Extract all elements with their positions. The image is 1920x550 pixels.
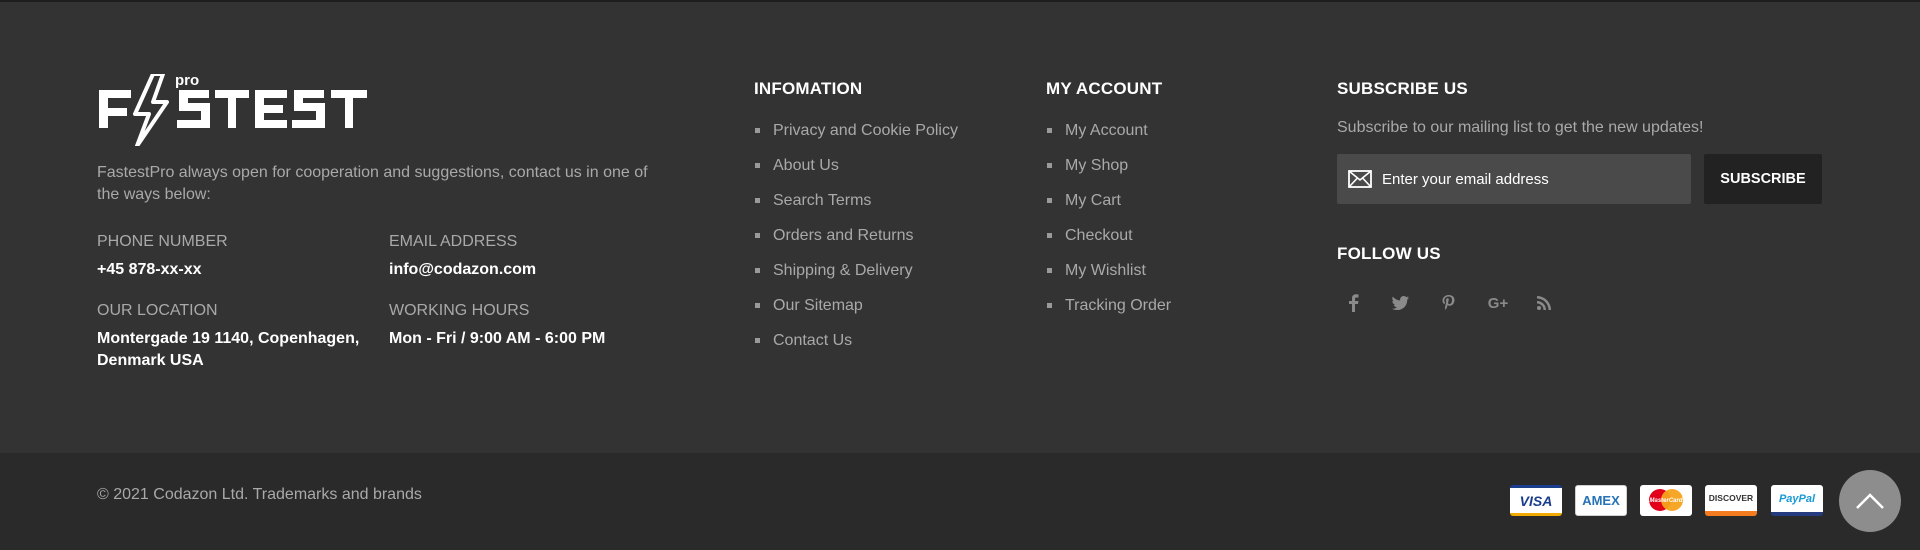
discover-icon: DISCOVER <box>1705 485 1757 516</box>
mastercard-icon: MasterCard <box>1640 485 1692 516</box>
information-heading: INFOMATION <box>754 79 863 98</box>
phone-label: PHONE NUMBER <box>97 233 228 250</box>
information-link-label[interactable]: Shipping & Delivery <box>773 262 913 280</box>
information-link[interactable]: Search Terms <box>755 183 958 218</box>
bullet-icon <box>755 198 760 203</box>
bullet-icon <box>1047 198 1052 203</box>
account-link-label[interactable]: My Wishlist <box>1065 262 1146 280</box>
follow-heading: FOLLOW US <box>1337 244 1441 263</box>
bullet-icon <box>1047 233 1052 238</box>
information-link[interactable]: Privacy and Cookie Policy <box>755 113 958 148</box>
facebook-icon[interactable] <box>1340 290 1366 316</box>
hours-label: WORKING HOURS <box>389 302 530 319</box>
account-link-label[interactable]: Checkout <box>1065 227 1133 245</box>
bullet-icon <box>755 338 760 343</box>
bullet-icon <box>1047 163 1052 168</box>
location-value: Montergade 19 1140, Copenhagen, Denmark … <box>97 330 360 369</box>
hours-value: Mon - Fri / 9:00 AM - 6:00 PM <box>389 330 606 347</box>
account-link-label[interactable]: My Cart <box>1065 192 1121 210</box>
account-link[interactable]: Tracking Order <box>1047 288 1171 323</box>
newsletter-email-box[interactable] <box>1337 154 1691 204</box>
google-plus-glyph: G+ <box>1487 294 1509 312</box>
information-link[interactable]: Contact Us <box>755 323 958 358</box>
bullet-icon <box>755 268 760 273</box>
account-link[interactable]: My Cart <box>1047 183 1171 218</box>
email-label: EMAIL ADDRESS <box>389 233 518 250</box>
subscribe-button[interactable]: SUBSCRIBE <box>1704 154 1822 204</box>
newsletter-email-input[interactable] <box>1382 170 1662 188</box>
bullet-icon <box>755 303 760 308</box>
rss-icon[interactable] <box>1531 290 1557 316</box>
visa-label: VISA <box>1519 492 1553 509</box>
bullet-icon <box>755 128 760 133</box>
footer-main <box>0 2 1920 453</box>
footer-about-text: FastestPro always open for cooperation a… <box>97 164 648 203</box>
location-label: OUR LOCATION <box>97 302 218 319</box>
my-account-heading: MY ACCOUNT <box>1046 79 1163 98</box>
bullet-icon <box>755 233 760 238</box>
information-link-label[interactable]: About Us <box>773 157 839 175</box>
subscribe-description: Subscribe to our mailing list to get the… <box>1337 119 1704 136</box>
amex-icon: AMEX <box>1575 485 1627 516</box>
logo-superscript: pro <box>175 72 200 89</box>
account-link[interactable]: My Account <box>1047 113 1171 148</box>
information-link[interactable]: Our Sitemap <box>755 288 958 323</box>
email-value[interactable]: info@codazon.com <box>389 259 536 281</box>
information-link[interactable]: About Us <box>755 148 958 183</box>
bullet-icon <box>1047 303 1052 308</box>
brand-logo[interactable]: pro <box>97 72 402 146</box>
amex-label: AMEX <box>1582 493 1620 508</box>
google-plus-icon[interactable]: G+ <box>1483 290 1513 316</box>
chevron-up-icon <box>1856 493 1884 509</box>
copyright-text: © 2021 Codazon Ltd. Trademarks and brand… <box>97 486 422 503</box>
information-link-label[interactable]: Our Sitemap <box>773 297 863 315</box>
account-link-label[interactable]: My Account <box>1065 122 1148 140</box>
account-link-label[interactable]: Tracking Order <box>1065 297 1171 315</box>
back-to-top-button[interactable] <box>1839 470 1901 532</box>
twitter-icon[interactable] <box>1387 290 1413 316</box>
account-link[interactable]: My Wishlist <box>1047 253 1171 288</box>
visa-icon: VISA <box>1510 485 1562 516</box>
information-link-label[interactable]: Search Terms <box>773 192 871 210</box>
information-links: Privacy and Cookie Policy About Us Searc… <box>755 113 958 358</box>
phone-value[interactable]: +45 878-xx-xx <box>97 259 202 281</box>
account-link-label[interactable]: My Shop <box>1065 157 1128 175</box>
bullet-icon <box>1047 128 1052 133</box>
account-link[interactable]: My Shop <box>1047 148 1171 183</box>
information-link[interactable]: Shipping & Delivery <box>755 253 958 288</box>
information-link-label[interactable]: Privacy and Cookie Policy <box>773 122 958 140</box>
information-link-label[interactable]: Contact Us <box>773 332 852 350</box>
bullet-icon <box>1047 268 1052 273</box>
bullet-icon <box>755 163 760 168</box>
paypal-icon: PayPal <box>1771 485 1823 516</box>
information-link[interactable]: Orders and Returns <box>755 218 958 253</box>
subscribe-heading: SUBSCRIBE US <box>1337 79 1468 98</box>
pinterest-icon[interactable] <box>1435 290 1461 316</box>
my-account-links: My Account My Shop My Cart Checkout My W… <box>1047 113 1171 323</box>
mastercard-label: MasterCard <box>1649 497 1683 504</box>
information-link-label[interactable]: Orders and Returns <box>773 227 914 245</box>
account-link[interactable]: Checkout <box>1047 218 1171 253</box>
mail-icon <box>1348 170 1372 188</box>
discover-label: DISCOVER <box>1708 493 1754 503</box>
paypal-label: PayPal <box>1778 492 1816 505</box>
